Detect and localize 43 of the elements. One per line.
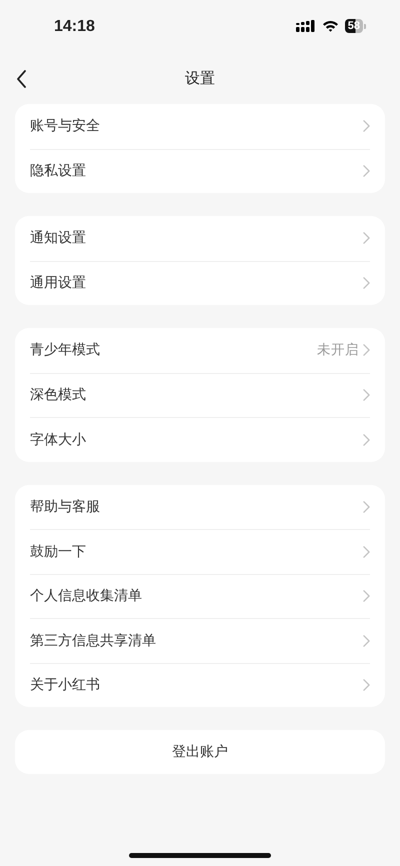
row-label: 账号与安全 (30, 117, 100, 136)
page-title: 设置 (185, 68, 215, 88)
settings-row[interactable]: 关于小红书 (30, 662, 370, 707)
chevron-icon (363, 546, 370, 558)
chevron-icon (363, 434, 370, 446)
chevron-icon (363, 344, 370, 356)
settings-row[interactable]: 青少年模式 未开启 (30, 328, 370, 372)
settings-row[interactable]: 账号与安全 (30, 104, 370, 148)
chevron-icon (363, 120, 370, 132)
chevron-icon (363, 165, 370, 178)
settings-row[interactable]: 深色模式 (30, 372, 370, 417)
settings-row[interactable]: 第三方信息共享清单 (30, 618, 370, 662)
row-label: 通用设置 (30, 274, 86, 292)
settings-row[interactable]: 帮助与客服 (30, 484, 370, 529)
signal-icon (296, 20, 316, 32)
chevron-icon (363, 679, 370, 692)
chevron-icon (363, 500, 370, 513)
row-label: 关于小红书 (30, 676, 100, 694)
settings-row[interactable]: 字体大小 (30, 417, 370, 462)
row-label: 青少年模式 (30, 341, 100, 360)
chevron-icon (363, 590, 370, 602)
status-time: 14:18 (54, 18, 95, 36)
row-value: 未开启 (317, 341, 359, 360)
row-label: 帮助与客服 (30, 498, 100, 516)
chevron-icon (363, 277, 370, 290)
chevron-icon (363, 389, 370, 402)
row-label: 字体大小 (30, 430, 86, 449)
settings-row[interactable]: 通知设置 (30, 216, 370, 260)
row-label: 第三方信息共享清单 (30, 632, 156, 650)
chevron-icon (363, 232, 370, 244)
chevron-icon (363, 634, 370, 647)
wifi-icon (322, 20, 339, 32)
row-label: 个人信息收集清单 (30, 587, 142, 606)
settings-row[interactable]: 鼓励一下 (30, 529, 370, 574)
row-label: 隐私设置 (30, 162, 86, 180)
back-icon[interactable] (16, 70, 27, 88)
row-label: 深色模式 (30, 386, 86, 404)
settings-row[interactable]: 通用设置 (30, 260, 370, 305)
settings-row[interactable]: 隐私设置 (30, 148, 370, 193)
row-label: 鼓励一下 (30, 542, 86, 561)
row-label: 通知设置 (30, 229, 86, 248)
settings-row[interactable]: 个人信息收集清单 (30, 574, 370, 618)
logout-button[interactable]: 登出账户 (15, 730, 385, 774)
